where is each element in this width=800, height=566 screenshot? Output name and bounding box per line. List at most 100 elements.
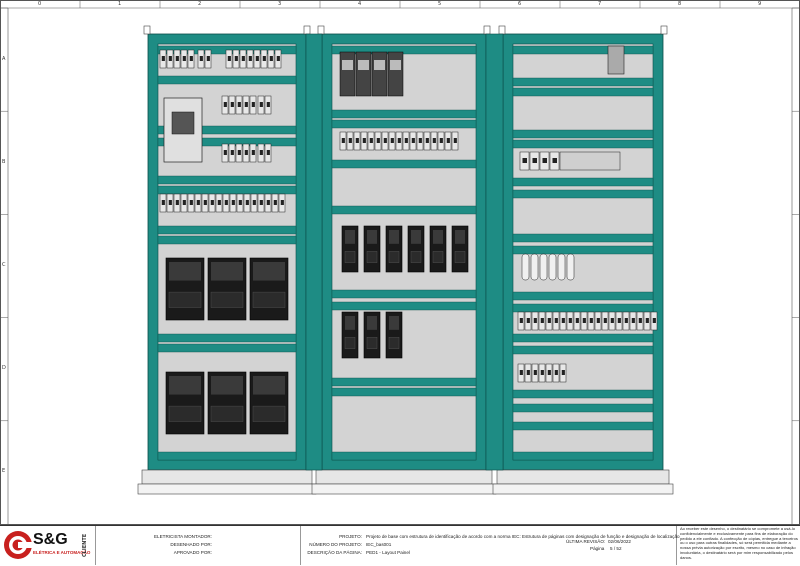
breaker-toggle [175,200,179,205]
breaker-toggle [237,102,241,107]
breaker-toggle [182,200,186,205]
breaker-toggle [383,138,387,143]
din-rail-frame [512,77,654,87]
breaker-toggle [540,370,544,375]
din-rail-frame [331,119,477,129]
drive-display [253,262,285,281]
drive-display [211,376,243,395]
relay [548,253,557,281]
breaker-toggle [631,318,635,323]
page-desc-label: DESCRIÇÃO DA PÁGINA: [307,550,362,555]
drive-keypad [388,337,400,349]
contactor-label [390,60,401,70]
breaker-toggle [259,102,263,107]
breaker-toggle [224,200,228,205]
ruler-column-label: 6 [518,1,522,7]
project-number-label: NÚMERO DO PROJETO: [309,542,362,547]
ruler-column-label: 8 [678,1,682,7]
din-rail-frame [331,289,477,299]
breaker-toggle [610,318,614,323]
ruler-row-label: A [2,55,6,62]
din-rail-frame [512,233,654,243]
contactor [387,51,404,97]
breaker-toggle [624,318,628,323]
breaker-toggle [522,158,527,163]
breaker-toggle [638,318,642,323]
page-label: Página [590,546,605,551]
breaker-toggle [230,150,234,155]
din-rail-frame [157,333,297,343]
din-rail-frame [512,245,654,255]
din-rail-frame [512,177,654,187]
breaker-toggle [182,56,186,61]
breaker-toggle [554,318,558,323]
ruler-column-label: 9 [758,1,762,7]
breaker-toggle [266,150,270,155]
lifting-eye [303,25,311,35]
breaker-toggle [210,200,214,205]
relay [566,253,575,281]
breaker-toggle [540,318,544,323]
main-switch-handle [171,111,195,135]
breaker-toggle [241,56,245,61]
drive-display [169,376,201,395]
lifting-eye [143,25,151,35]
breaker-toggle [223,150,227,155]
drive-keypad [344,337,356,349]
breaker-toggle [568,318,572,323]
drive-display [169,262,201,281]
breaker-toggle [203,200,207,205]
din-rail-frame [512,403,654,413]
breaker-toggle [404,138,408,143]
breaker-toggle [411,138,415,143]
breaker-toggle [582,318,586,323]
contactor-label [358,60,369,70]
plinth [141,469,313,485]
breaker-toggle [245,200,249,205]
breaker-toggle [561,370,565,375]
drive-keypad [210,291,244,308]
cabinet-joint [305,33,323,471]
drive-display [345,230,355,244]
relay [539,253,548,281]
din-rail-frame [331,301,477,311]
breaker-toggle [533,370,537,375]
ruler-column-label: 1 [118,1,122,7]
relay [557,253,566,281]
base [311,483,497,495]
ruler-column-label: 0 [38,1,42,7]
contactor-label [374,60,385,70]
breaker-toggle [189,200,193,205]
drive-keypad [252,405,286,422]
drive-keypad [252,291,286,308]
designer-label: DESENHADO POR: [170,542,212,547]
breaker-toggle [418,138,422,143]
client-box: CLIENTE [80,527,94,563]
din-rail-frame [512,303,654,313]
breaker-toggle [273,200,277,205]
ruler-row-label: D [2,365,6,372]
ruler-column-label: 7 [598,1,602,7]
breaker-toggle [251,150,255,155]
breaker-toggle [348,138,352,143]
breaker-toggle [266,200,270,205]
breaker-toggle [255,56,259,61]
breaker-toggle [168,56,172,61]
breaker-toggle [248,56,252,61]
breaker-toggle [519,318,523,323]
breaker-toggle [439,138,443,143]
drive-display [367,316,377,330]
din-rail-frame [157,75,297,85]
drive-keypad [366,337,378,349]
breaker-toggle [199,56,203,61]
logo-text: S&G [33,531,68,548]
ruler-column-label: 3 [278,1,282,7]
breaker-toggle [206,56,210,61]
breaker-toggle [390,138,394,143]
lifting-eye [660,25,668,35]
breaker-toggle [589,318,593,323]
breaker-toggle [231,200,235,205]
ruler-row-label: C [2,262,6,268]
breaker-toggle [519,370,523,375]
drive-keypad [388,251,400,264]
